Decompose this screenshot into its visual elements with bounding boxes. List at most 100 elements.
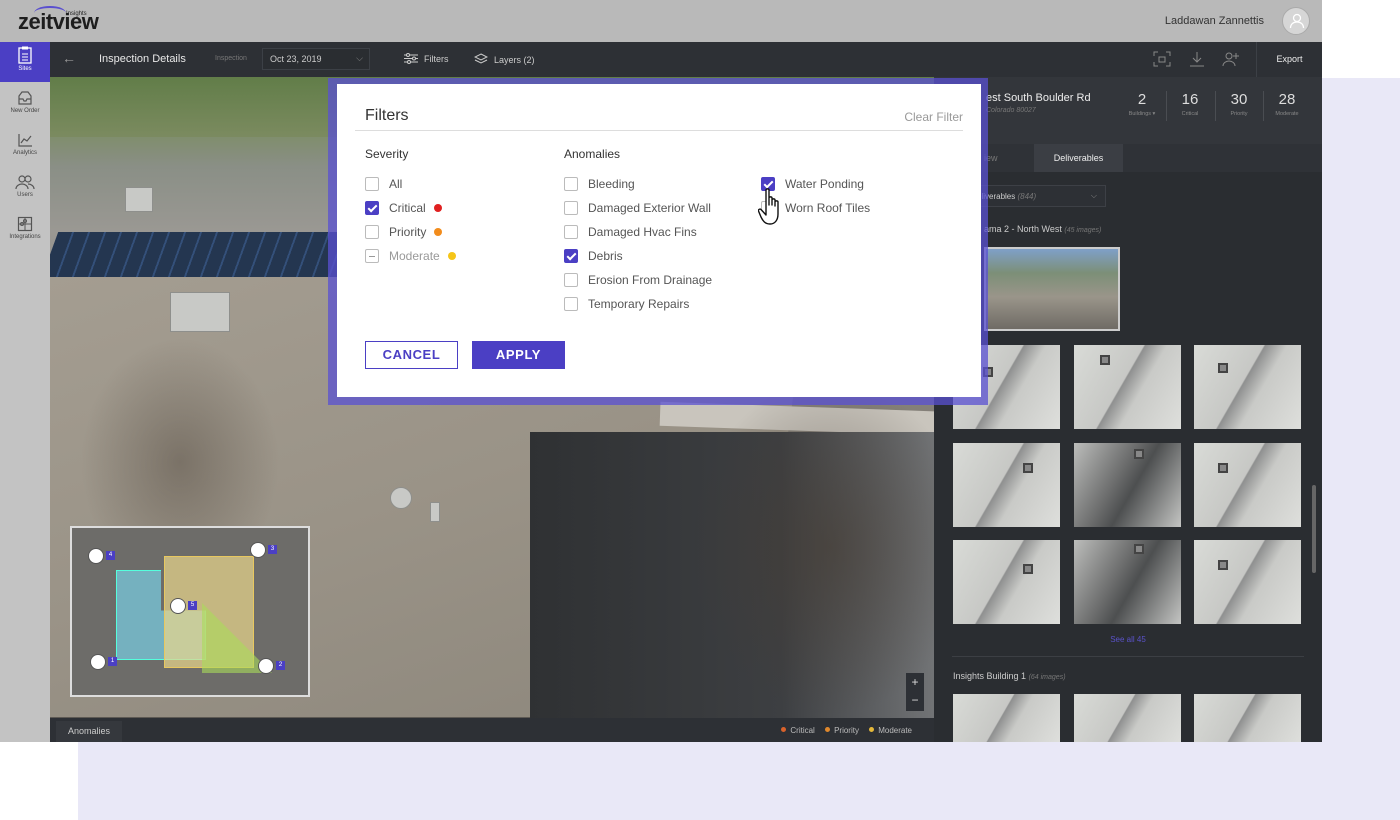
stat-value: 28 [1278, 91, 1296, 108]
cancel-button[interactable]: CANCEL [365, 341, 458, 369]
filters-modal: Filters Clear Filter Severity Anomalies … [337, 84, 981, 397]
checkbox[interactable] [564, 273, 578, 287]
checkbox-label: All [389, 177, 403, 191]
filter-anomaly-bleeding[interactable]: Bleeding [564, 177, 635, 193]
pin-number: 4 [106, 551, 115, 560]
stat-label: Priority [1230, 111, 1248, 117]
tab-overview[interactable]: iew [984, 144, 1024, 172]
site-header: est South Boulder Rd Colorado 80027 2 Bui… [934, 77, 1322, 144]
checkbox[interactable] [564, 201, 578, 215]
image-thumbnail[interactable] [1074, 540, 1181, 624]
checkbox-label: Worn Roof Tiles [785, 201, 871, 215]
filter-anomaly-erosion-from-drainage[interactable]: Erosion From Drainage [564, 273, 712, 289]
image-thumbnail[interactable] [1074, 345, 1181, 429]
back-arrow-icon[interactable]: ← [62, 50, 76, 66]
user-name[interactable]: Laddawan Zannettis [1165, 15, 1264, 27]
image-thumbnail[interactable] [1194, 345, 1301, 429]
nav-item-new-order[interactable]: New Order [0, 86, 50, 126]
filter-severity-critical[interactable]: Critical [365, 201, 442, 217]
filter-anomaly-damaged-hvac-fins[interactable]: Damaged Hvac Fins [564, 225, 697, 241]
chart-icon [18, 134, 32, 147]
deliverables-count: (844) [1017, 192, 1037, 201]
filters-button[interactable]: Filters [404, 53, 449, 64]
export-button[interactable]: Export [1256, 42, 1322, 77]
nav-item-sites[interactable]: Sites [0, 42, 50, 82]
zoom-out-button[interactable]: − [906, 691, 924, 709]
filter-severity-all[interactable]: All [365, 177, 402, 193]
users-icon [15, 175, 35, 190]
inspection-date-select[interactable]: Oct 23, 2019 ⌵ [262, 48, 370, 70]
filter-anomaly-damaged-exterior-wall[interactable]: Damaged Exterior Wall [564, 201, 711, 217]
nav-item-integrations[interactable]: Integrations [0, 212, 50, 252]
deliverables-select[interactable]: eliverables (844) ⌵ [968, 185, 1106, 207]
scrollbar[interactable] [1312, 485, 1316, 573]
photo-hvac-unit [125, 187, 153, 212]
app-window: zeitview Insights Laddawan Zannettis Sit… [0, 0, 1322, 742]
tab-anomalies[interactable]: Anomalies [56, 721, 122, 742]
checkbox[interactable] [564, 177, 578, 191]
filter-severity-moderate[interactable]: Moderate [365, 249, 456, 265]
photo-vent [390, 487, 412, 509]
image-thumbnail[interactable] [1074, 694, 1181, 742]
see-all-link[interactable]: See all 45 [934, 635, 1322, 644]
toolbar: ← Inspection Details Inspection Oct 23, … [50, 42, 1322, 77]
image-thumbnail[interactable] [1194, 443, 1301, 527]
globe-pin-icon[interactable] [90, 654, 106, 670]
user-icon [1289, 13, 1305, 29]
nav-item-users[interactable]: Users [0, 170, 50, 210]
section-title: ama 2 - North West (45 images) [984, 224, 1101, 234]
checkbox-label: Damaged Hvac Fins [588, 225, 697, 239]
legend-moderate: Moderate [878, 726, 912, 735]
filter-anomaly-temporary-repairs[interactable]: Temporary Repairs [564, 297, 689, 313]
site-address: est South Boulder Rd [986, 92, 1091, 104]
inbox-icon [18, 91, 32, 105]
add-user-icon[interactable] [1222, 51, 1240, 72]
checkbox[interactable] [564, 297, 578, 311]
globe-pin-icon[interactable] [258, 658, 274, 674]
checkbox[interactable] [564, 249, 578, 263]
avatar[interactable] [1282, 7, 1310, 35]
checkbox[interactable] [564, 225, 578, 239]
panorama-thumbnail[interactable] [984, 247, 1120, 331]
site-minimap[interactable]: 4 3 5 1 2 [70, 526, 310, 697]
image-thumbnail[interactable] [1074, 443, 1181, 527]
apply-button[interactable]: APPLY [472, 341, 565, 369]
checkbox[interactable] [365, 225, 379, 239]
image-thumbnail[interactable] [953, 443, 1060, 527]
nav-label-users: Users [17, 192, 33, 198]
globe-pin-icon[interactable] [250, 542, 266, 558]
checkbox[interactable] [365, 249, 379, 263]
chevron-down-icon: ⌵ [356, 53, 363, 63]
stat-buildings[interactable]: 2 Buildings ▾ [1118, 91, 1166, 117]
zoom-in-button[interactable]: + [906, 673, 924, 691]
right-panel-tabs: iew Deliverables [934, 144, 1322, 172]
checkbox[interactable] [365, 201, 379, 215]
image-thumbnail[interactable] [953, 694, 1060, 742]
section-count: (45 images) [1064, 227, 1102, 234]
globe-pin-icon[interactable] [170, 598, 186, 614]
top-header: zeitview Insights Laddawan Zannettis [0, 0, 1322, 42]
download-icon[interactable] [1189, 51, 1205, 72]
stat-moderate: 28 Moderate [1263, 91, 1311, 117]
image-thumbnail[interactable] [1194, 694, 1301, 742]
checkbox[interactable] [365, 177, 379, 191]
screenshot-icon[interactable] [1153, 51, 1171, 72]
stat-value: 16 [1181, 91, 1199, 108]
filter-severity-priority[interactable]: Priority [365, 225, 443, 241]
inspection-label: Inspection [215, 55, 247, 62]
image-thumbnail[interactable] [1194, 540, 1301, 624]
tab-deliverables[interactable]: Deliverables [1034, 144, 1123, 172]
globe-pin-icon[interactable] [88, 548, 104, 564]
layers-button[interactable]: Layers (2) [473, 53, 535, 65]
filter-anomaly-debris[interactable]: Debris [564, 249, 623, 265]
pin-number: 5 [188, 601, 197, 610]
nav-label-sites: Sites [18, 66, 32, 72]
nav-item-analytics[interactable]: Analytics [0, 128, 50, 168]
image-thumbnail[interactable] [953, 540, 1060, 624]
clear-filter-link[interactable]: Clear Filter [904, 110, 963, 124]
stat-value: 30 [1230, 91, 1248, 108]
site-city: Colorado 80027 [986, 107, 1036, 114]
severity-legend: Critical Priority Moderate [773, 726, 912, 735]
section-title: Insights Building 1 (64 images) [953, 671, 1066, 681]
nav-label-analytics: Analytics [12, 150, 37, 156]
